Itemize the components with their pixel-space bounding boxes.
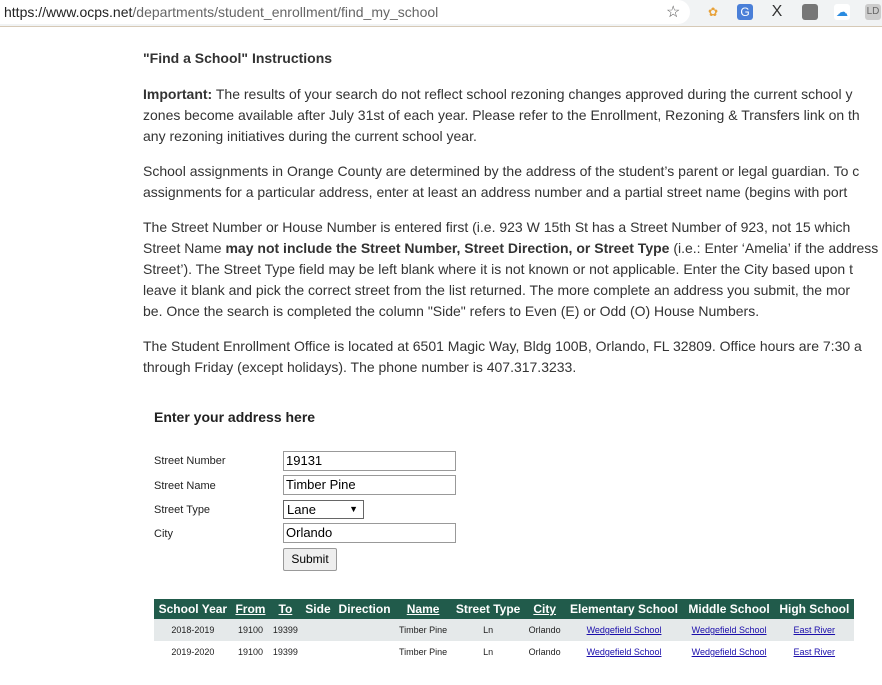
instructions-title: "Find a School" Instructions [143, 50, 333, 66]
text: The results of your search do not reflec… [212, 86, 853, 102]
paragraph-line: The Student Enrollment Office is located… [143, 336, 882, 357]
school-link[interactable]: Wedgefield School [587, 647, 662, 657]
table-cell [301, 619, 335, 641]
extension-translate-icon[interactable]: G [737, 4, 753, 20]
bold-text: may not include the Street Number, Stree… [225, 240, 670, 256]
school-link[interactable]: East River [794, 647, 836, 657]
table-cell: 2019-2020 [171, 647, 215, 657]
column-header[interactable]: City [524, 599, 565, 619]
text: School assignments in Orange County are … [143, 163, 860, 179]
text: any rezoning initiatives during the curr… [143, 128, 477, 144]
paragraph-line: Street Name may not include the Street N… [143, 238, 882, 259]
table-cell: Timber Pine [394, 619, 452, 641]
bold-text: Important: [143, 86, 213, 102]
text: through Friday (except holidays). The ph… [143, 359, 577, 375]
table-cell: Orlando [528, 647, 561, 657]
extension-image-icon[interactable] [802, 4, 818, 20]
column-header[interactable]: Name [394, 599, 452, 619]
table-cell: Wedgefield School [564, 619, 684, 641]
paragraph-line: any rezoning initiatives during the curr… [143, 126, 882, 147]
paragraph-line: through Friday (except holidays). The ph… [143, 357, 882, 378]
table-cell: 19399 [269, 619, 302, 641]
street-name-input[interactable]: Timber Pine [283, 475, 456, 495]
instructions: "Find a School" Instructions Important: … [143, 48, 882, 392]
table-cell: Wedgefield School [683, 619, 775, 641]
table-cell: Wedgefield School [684, 641, 775, 663]
table-cell [302, 641, 335, 663]
table-cell [334, 619, 395, 641]
table-row: 2018-2019 19100 19399 Timber Pine Ln Orlando W… [154, 619, 854, 641]
table-cell: East River [775, 641, 854, 663]
instructions-paragraph: The Student Enrollment Office is located… [143, 336, 882, 378]
text: (i.e.: Enter ‘Amelia’ if the address [669, 240, 879, 256]
text: assignments for a particular address, en… [143, 184, 848, 200]
text: The Student Enrollment Office is located… [143, 338, 862, 354]
instructions-paragraph: School assignments in Orange County are … [143, 161, 882, 203]
text: be. Once the search is completed the col… [143, 303, 760, 319]
table-cell: 19100 [231, 619, 270, 641]
form-title: Enter your address here [154, 409, 316, 425]
table-cell [334, 641, 395, 663]
school-link[interactable]: Wedgefield School [692, 625, 767, 635]
table-cell: 19399 [272, 647, 298, 657]
street-type-label: Street Type [154, 504, 211, 516]
extension-ld-icon[interactable]: LD [865, 4, 881, 20]
paragraph-line: Street’). The Street Type field may be l… [143, 259, 882, 280]
table-cell: Orlando [524, 619, 565, 641]
extension-puzzle-icon[interactable]: ✿ [705, 4, 721, 20]
street-number-label: Street Number [154, 455, 226, 467]
paragraph-line: assignments for a particular address, en… [143, 182, 882, 203]
url-text: https://www.ocps.net/departments/student… [4, 4, 439, 20]
address-bar[interactable]: https://www.ocps.net/departments/student… [0, 0, 690, 24]
paragraph-line: The Street Number or House Number is ent… [143, 217, 882, 238]
column-header: Middle School [683, 599, 775, 619]
table-cell: 19100 [237, 647, 263, 657]
column-header: Elementary School [564, 599, 684, 619]
results-table: School Year From To Side Direction Name Street… [154, 599, 854, 663]
table-row: 2019-2020 19100 19399 Timber Pine Ln Orlando W… [154, 641, 854, 663]
paragraph-line: be. Once the search is completed the col… [143, 301, 882, 322]
instructions-paragraph: Important: The results of your search do… [143, 84, 882, 147]
text: leave it blank and pick the correct stre… [143, 282, 851, 298]
browser-toolbar: https://www.ocps.net/departments/student… [0, 0, 882, 27]
column-header: Direction [334, 599, 395, 619]
street-number-input[interactable]: 19131 [283, 451, 456, 471]
street-type-select[interactable]: Lane ▼ [283, 500, 364, 519]
paragraph-line: School assignments in Orange County are … [143, 161, 882, 182]
paragraph-line: leave it blank and pick the correct stre… [143, 280, 882, 301]
table-cell: Wedgefield School [565, 641, 684, 663]
extension-cloud-icon[interactable]: ☁ [834, 4, 850, 20]
street-type-value: Lane [287, 502, 316, 517]
school-link[interactable]: Wedgefield School [587, 625, 662, 635]
school-link[interactable]: Wedgefield School [692, 647, 767, 657]
table-cell: Ln [483, 647, 494, 657]
text: Street’). The Street Type field may be l… [143, 261, 853, 277]
text: Street Name [143, 240, 226, 256]
paragraph-line: Important: The results of your search do… [143, 84, 882, 105]
text: The Street Number or House Number is ent… [143, 219, 851, 235]
column-header[interactable]: To [269, 599, 302, 619]
column-header: Side [301, 599, 335, 619]
paragraph-line: zones become available after July 31st o… [143, 105, 882, 126]
submit-button[interactable]: Submit [283, 548, 337, 571]
table-cell: Ln [451, 619, 525, 641]
dropdown-arrow-icon: ▼ [349, 504, 358, 514]
column-header[interactable]: From [231, 599, 270, 619]
school-link[interactable]: East River [794, 625, 836, 635]
city-input[interactable]: Orlando [283, 523, 456, 543]
column-header: Street Type [451, 599, 525, 619]
street-name-label: Street Name [154, 480, 216, 492]
bookmark-star-icon[interactable]: ☆ [666, 2, 680, 22]
table-cell: Timber Pine [398, 647, 448, 657]
city-label: City [154, 528, 173, 540]
extension-x-icon[interactable]: X [769, 4, 785, 20]
column-header: School Year [154, 599, 232, 619]
table-cell: East River [774, 619, 854, 641]
column-header: High School [774, 599, 854, 619]
instructions-paragraph: The Street Number or House Number is ent… [143, 217, 882, 322]
text: zones become available after July 31st o… [143, 107, 860, 123]
table-cell: 2018-2019 [154, 619, 232, 641]
